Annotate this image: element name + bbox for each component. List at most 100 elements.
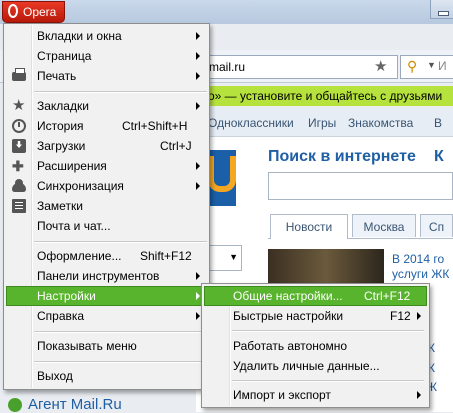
tab-news[interactable]: Новости	[270, 214, 348, 239]
menu-item-extensions[interactable]: ✚ Расширения	[6, 156, 207, 176]
menu-item-label: Удалить личные данные...	[233, 359, 380, 373]
agent-icon	[8, 398, 22, 412]
menu-separator	[34, 331, 207, 333]
agent-link[interactable]: Агент Mail.Ru	[28, 396, 122, 413]
menu-item-label: Синхронизация	[37, 179, 124, 193]
menu-item-shortcut: Ctrl+J	[160, 139, 192, 153]
site-nav: Одноклассники Игры Знакомства В	[196, 108, 453, 137]
menu-item-label: Вкладки и окна	[37, 29, 122, 43]
nav-link[interactable]: Одноклассники	[208, 116, 294, 130]
menu-separator	[34, 241, 207, 243]
submenu-arrow-icon	[196, 52, 200, 60]
submenu-arrow-icon	[417, 312, 421, 320]
nav-link[interactable]: Знакомства	[348, 116, 413, 130]
submenu-arrow-icon	[417, 391, 421, 399]
search-engine-icon[interactable]: ⚲	[407, 58, 417, 75]
menu-item-settings[interactable]: Настройки	[6, 286, 207, 306]
opera-main-menu: Вкладки и окна Страница Печать ★ Закладк…	[3, 23, 210, 390]
menu-item-shortcut: Ctrl+Shift+H	[122, 119, 188, 133]
site-logo[interactable]	[206, 150, 236, 206]
menu-item-label: Настройки	[37, 289, 96, 303]
menu-separator	[34, 361, 207, 363]
menu-item-label: Закладки	[37, 99, 89, 113]
chevron-down-icon[interactable]: ▼	[427, 60, 436, 70]
menu-item-label: Печать	[37, 69, 77, 83]
menu-item-mail-chat[interactable]: Почта и чат...	[6, 216, 207, 236]
news-image[interactable]	[268, 249, 384, 285]
search-heading-tail: К	[434, 148, 444, 165]
opera-menu-button[interactable]: Opera	[2, 1, 65, 23]
menu-item-quick-settings[interactable]: Быстрые настройки F12	[204, 306, 427, 326]
menu-item-bookmarks[interactable]: ★ Закладки	[6, 96, 207, 116]
menu-item-label: Расширения	[37, 159, 107, 173]
menu-item-label: Оформление...	[37, 249, 122, 263]
web-search-input[interactable]	[268, 172, 453, 200]
window-titlebar	[0, 0, 453, 24]
menu-item-help[interactable]: Справка	[6, 306, 207, 326]
menu-item-show-menu[interactable]: Показывать меню	[6, 336, 207, 356]
submenu-arrow-icon	[196, 312, 200, 320]
menu-item-label: Быстрые настройки	[233, 309, 344, 323]
news-line: В 2014 го	[392, 252, 445, 266]
menu-item-label: Заметки	[37, 199, 83, 213]
menu-item-label: Общие настройки...	[233, 289, 343, 303]
menu-item-general-settings[interactable]: Общие настройки... Ctrl+F12	[204, 286, 427, 306]
menu-item-notes[interactable]: Заметки	[6, 196, 207, 216]
address-text: mail.ru	[209, 60, 246, 74]
search-field[interactable]: ⚲ ▼ И	[400, 55, 453, 79]
opera-logo-icon	[8, 4, 18, 18]
news-headline[interactable]: В 2014 го услуги ЖК	[392, 252, 453, 282]
news-line: услуги ЖК	[392, 267, 450, 281]
menu-item-label: Почта и чат...	[37, 219, 111, 233]
menu-separator	[232, 380, 424, 382]
menu-item-tabs-windows[interactable]: Вкладки и окна	[6, 26, 207, 46]
submenu-arrow-icon	[196, 292, 200, 300]
menu-item-history[interactable]: История Ctrl+Shift+H	[6, 116, 207, 136]
menu-item-page[interactable]: Страница	[6, 46, 207, 66]
promo-banner[interactable]: о» — установите и общайтесь с друзьями	[196, 86, 453, 106]
menu-item-label: Выход	[37, 369, 73, 383]
address-field[interactable]: mail.ru	[196, 55, 398, 79]
menu-item-toolbars[interactable]: Панели инструментов	[6, 266, 207, 286]
menu-item-label: Импорт и экспорт	[233, 388, 331, 402]
chevron-down-icon: ▼	[229, 252, 238, 262]
star-icon: ★	[12, 97, 26, 114]
menu-item-sync[interactable]: Синхронизация	[6, 176, 207, 196]
menu-item-shortcut: Ctrl+F12	[364, 289, 411, 303]
menu-item-label: Загрузки	[37, 139, 86, 153]
menu-item-shortcut: F12	[390, 309, 411, 323]
nav-link[interactable]: В	[434, 116, 442, 130]
settings-submenu: Общие настройки... Ctrl+F12 Быстрые наст…	[201, 283, 430, 408]
menu-item-print[interactable]: Печать	[6, 66, 207, 86]
cloud-icon	[12, 179, 26, 192]
submenu-arrow-icon	[196, 162, 200, 170]
menu-item-label: Страница	[37, 49, 92, 63]
tab-moscow[interactable]: Москва	[352, 214, 416, 237]
menu-item-appearance[interactable]: Оформление... Shift+F12	[6, 246, 207, 266]
nav-link[interactable]: Игры	[308, 116, 336, 130]
minimize-button[interactable]	[430, 0, 453, 19]
notes-icon	[12, 199, 26, 213]
menu-separator	[232, 330, 424, 332]
search-heading: Поиск в интернете	[268, 148, 416, 165]
banner-text: о» — установите и общайтесь с друзьями	[208, 89, 443, 103]
menu-item-delete-private-data[interactable]: Удалить личные данные...	[204, 356, 427, 376]
submenu-arrow-icon	[196, 182, 200, 190]
menu-item-label: Панели инструментов	[37, 269, 160, 283]
submenu-arrow-icon	[196, 272, 200, 280]
menu-item-downloads[interactable]: Загрузки Ctrl+J	[6, 136, 207, 156]
download-icon	[12, 139, 26, 153]
search-placeholder: И	[438, 59, 447, 73]
puzzle-icon: ✚	[12, 158, 24, 174]
tab-sport[interactable]: Сп	[420, 214, 453, 237]
menu-item-import-export[interactable]: Импорт и экспорт	[204, 385, 427, 405]
menu-item-work-offline[interactable]: Работать автономно	[204, 336, 427, 356]
menu-item-label: Справка	[37, 309, 85, 323]
clock-icon	[12, 119, 26, 133]
news-tabs: Новости Москва Сп	[268, 214, 453, 239]
menu-item-label: Работать автономно	[233, 339, 348, 353]
menu-separator	[34, 91, 207, 93]
menu-item-exit[interactable]: Выход	[6, 366, 207, 386]
bookmark-star-icon[interactable]: ★	[374, 57, 387, 75]
menu-item-label: История	[37, 119, 84, 133]
